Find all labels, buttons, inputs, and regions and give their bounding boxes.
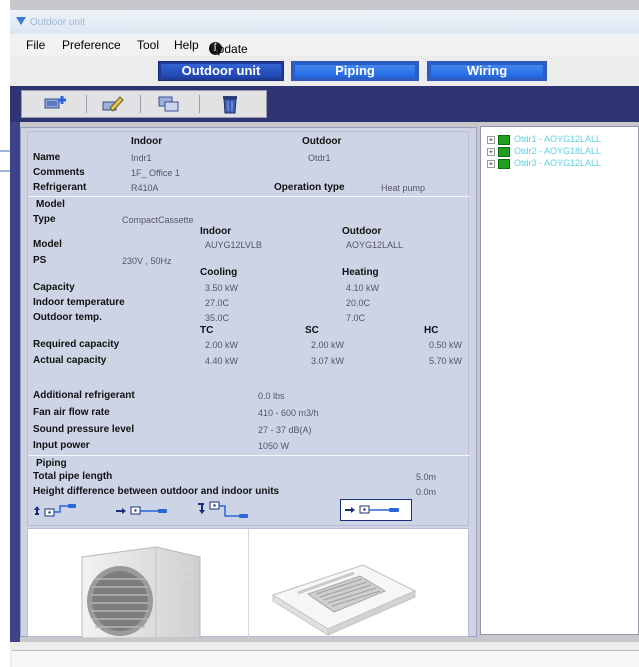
outdoor-name-value: Otdr1: [308, 153, 331, 163]
indoor-name-value: Indr1: [131, 153, 152, 163]
desktop-edge: [0, 0, 10, 667]
pipe-layout-down-icon[interactable]: [196, 500, 258, 520]
type-value: CompactCassette: [122, 215, 194, 225]
menu-file[interactable]: File: [26, 38, 45, 52]
outdoor-unit-icon: [498, 147, 510, 157]
capacity-cooling-value: 3.50 kW: [205, 283, 239, 293]
model-label: Model: [33, 239, 62, 250]
tab-outdoor-unit[interactable]: Outdoor unit: [158, 61, 284, 81]
ps-value: 230V , 50Hz: [122, 256, 172, 266]
cooling-header: Cooling: [200, 267, 238, 278]
window-title: Outdoor unit: [30, 17, 86, 28]
hc-header: HC: [424, 325, 439, 336]
delete-icon[interactable]: [218, 94, 242, 114]
model-section-label: Model: [36, 199, 65, 210]
model-outdoor-header: Outdoor: [342, 226, 382, 237]
copy-icon[interactable]: [157, 94, 181, 114]
indoor-temperature-label: Indoor temperature: [33, 297, 125, 308]
add-unit-icon[interactable]: [44, 94, 68, 114]
required-tc-value: 2.00 kW: [205, 340, 239, 350]
indoor-temp-cooling-value: 27.0C: [205, 298, 230, 308]
outdoor-unit-image: [81, 546, 201, 638]
tree-item-label: Otdr2 - AOYG18LALL: [514, 146, 602, 156]
outdoor-unit-icon: [498, 135, 510, 145]
pipe-layout-up-icon[interactable]: [33, 502, 79, 518]
tc-header: TC: [200, 325, 214, 336]
model-section: Model Type CompactCassette Indoor Outdoo…: [28, 196, 470, 451]
unit-info-box: Indoor Outdoor Name Indr1 Otdr1 Comments…: [27, 131, 470, 526]
required-hc-value: 0.50 kW: [429, 340, 463, 350]
actual-tc-value: 4.40 kW: [205, 356, 239, 366]
name-label: Name: [33, 152, 61, 163]
actual-capacity-label: Actual capacity: [33, 355, 107, 366]
left-frame: [10, 122, 20, 642]
tab-wiring[interactable]: Wiring: [427, 61, 547, 81]
heating-header: Heating: [342, 267, 379, 278]
refrigerant-label: Refrigerant: [33, 182, 87, 193]
fan-air-flow-value: 410 - 600 m3/h: [258, 408, 319, 418]
expand-icon[interactable]: +: [487, 148, 495, 156]
outdoor-temp-cooling-value: 35.0C: [205, 313, 230, 323]
tree-item-label: Otdr1 - AOYG12LALL: [514, 134, 602, 144]
total-pipe-length-value: 5.0m: [416, 472, 437, 482]
menu-bar: File Preference Tool Help i Update: [10, 34, 639, 56]
menu-update-label: Update: [209, 42, 248, 56]
indoor-temp-heating-value: 20.0C: [346, 298, 371, 308]
indoor-cassette-image: [271, 564, 417, 636]
status-bar: [12, 650, 639, 667]
indoor-header: Indoor: [131, 136, 163, 147]
required-sc-value: 2.00 kW: [311, 340, 345, 350]
required-capacity-label: Required capacity: [33, 339, 120, 350]
piping-section-label: Piping: [36, 458, 67, 469]
capacity-label: Capacity: [33, 282, 75, 293]
input-power-value: 1050 W: [258, 441, 290, 451]
edit-icon[interactable]: [100, 94, 124, 114]
model-indoor-header: Indoor: [200, 226, 232, 237]
fan-air-flow-label: Fan air flow rate: [33, 407, 110, 418]
operation-type-value: Heat pump: [381, 183, 426, 193]
sc-header: SC: [305, 325, 319, 336]
menu-help[interactable]: Help: [174, 38, 199, 52]
type-label: Type: [33, 214, 56, 225]
expand-icon[interactable]: +: [487, 136, 495, 144]
menu-tool[interactable]: Tool: [137, 38, 159, 52]
outdoor-header: Outdoor: [302, 136, 342, 147]
outdoor-model-value: AOYG12LALL: [346, 240, 404, 250]
height-difference-value: 0.0m: [416, 487, 437, 497]
comments-label: Comments: [33, 167, 85, 178]
refrigerant-value: R410A: [131, 183, 159, 193]
outdoor-temp-label: Outdoor temp.: [33, 312, 102, 323]
toolbar: [21, 90, 267, 118]
unit-images-box: [27, 528, 469, 638]
total-pipe-length-label: Total pipe length: [33, 471, 113, 482]
capacity-heating-value: 4.10 kW: [346, 283, 380, 293]
additional-refrigerant-value: 0.0 lbs: [258, 391, 285, 401]
indoor-model-value: AUYG12LVLB: [205, 240, 262, 250]
sound-pressure-label: Sound pressure level: [33, 424, 135, 435]
height-difference-label: Height difference between outdoor and in…: [33, 486, 280, 497]
menu-preference[interactable]: Preference: [62, 38, 121, 52]
outdoor-unit-tree: + Otdr1 - AOYG12LALL + Otdr2 - AOYG18LAL…: [480, 126, 639, 635]
tab-piping[interactable]: Piping: [291, 61, 419, 81]
app-logo-icon: [16, 17, 26, 25]
sound-pressure-value: 27 - 37 dB(A): [258, 425, 312, 435]
pipe-layout-level-selected-icon[interactable]: [340, 499, 412, 521]
actual-hc-value: 5.70 kW: [429, 356, 463, 366]
input-power-label: Input power: [33, 440, 90, 451]
expand-icon[interactable]: +: [487, 160, 495, 168]
pipe-layout-level-icon[interactable]: [114, 502, 174, 518]
piping-section: Piping Total pipe length 5.0m Height dif…: [28, 455, 470, 521]
tree-item-label: Otdr3 - AOYG12LALL: [514, 158, 602, 168]
tab-strip: Outdoor unit Piping Wiring: [10, 56, 639, 86]
actual-sc-value: 3.07 kW: [311, 356, 345, 366]
outdoor-temp-heating-value: 7.0C: [346, 313, 366, 323]
operation-type-label: Operation type: [274, 182, 345, 193]
title-bar: Outdoor unit: [10, 10, 639, 34]
additional-refrigerant-label: Additional refrigerant: [33, 390, 135, 401]
comments-value: 1F_ Office 1: [131, 168, 180, 178]
ps-label: PS: [33, 255, 47, 266]
outdoor-unit-icon: [498, 159, 510, 169]
